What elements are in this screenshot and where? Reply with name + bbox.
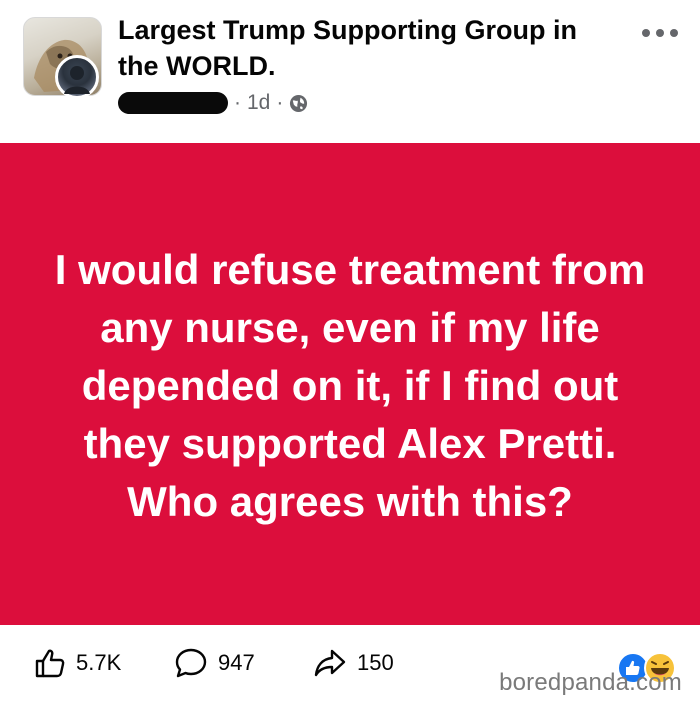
thumbs-up-icon	[35, 649, 65, 678]
post-text: I would refuse treatment from any nurse,…	[54, 246, 646, 525]
comment-bubble-icon	[175, 648, 207, 678]
more-options-icon[interactable]	[640, 26, 680, 40]
comment-count: 947	[218, 650, 255, 675]
meta-separator: ·	[276, 91, 284, 114]
share-button[interactable]: 150	[313, 647, 394, 679]
boredpanda-watermark: boredpanda.com	[499, 669, 682, 696]
post-content-card: I would refuse treatment from any nurse,…	[0, 143, 700, 625]
share-count: 150	[357, 650, 394, 675]
share-arrow-icon	[314, 649, 346, 677]
post-meta: · 1d ·	[118, 88, 308, 118]
meta-separator: ·	[234, 91, 241, 114]
post-footer: 5.7K 947 150 boredpanda.com	[0, 625, 700, 703]
group-title[interactable]: Largest Trump Supporting Group in the WO…	[118, 12, 618, 84]
like-button[interactable]: 5.7K	[34, 647, 121, 679]
user-photo-icon	[64, 66, 90, 94]
like-count: 5.7K	[76, 650, 122, 675]
globe-icon[interactable]	[289, 94, 308, 113]
user-avatar[interactable]	[55, 55, 99, 99]
redacted-author-name	[118, 92, 228, 114]
post-header: Largest Trump Supporting Group in the WO…	[0, 0, 700, 140]
comment-button[interactable]: 947	[174, 647, 255, 679]
post-time[interactable]: 1d	[247, 91, 270, 115]
